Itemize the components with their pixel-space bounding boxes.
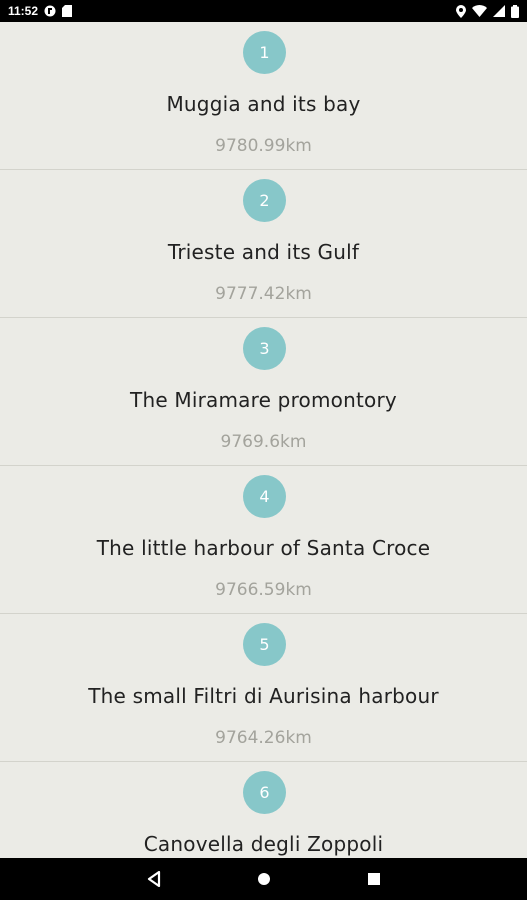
places-list[interactable]: 1 Muggia and its bay 9780.99km 2 Trieste… bbox=[0, 22, 527, 858]
status-bar: 11:52 bbox=[0, 0, 527, 22]
wifi-icon bbox=[472, 5, 487, 17]
item-number-badge: 1 bbox=[243, 31, 286, 74]
item-title: The Miramare promontory bbox=[130, 388, 397, 412]
item-number-badge: 5 bbox=[243, 623, 286, 666]
signal-icon bbox=[493, 5, 505, 17]
item-number-badge: 2 bbox=[243, 179, 286, 222]
item-title: The small Filtri di Aurisina harbour bbox=[88, 684, 439, 708]
app-notification-icon bbox=[44, 5, 56, 17]
list-item[interactable]: 2 Trieste and its Gulf 9777.42km bbox=[0, 170, 527, 318]
item-distance: 9764.26km bbox=[215, 728, 312, 748]
recents-icon[interactable] bbox=[367, 872, 381, 886]
item-distance: 9777.42km bbox=[215, 284, 312, 304]
list-item[interactable]: 4 The little harbour of Santa Croce 9766… bbox=[0, 466, 527, 614]
item-number-badge: 4 bbox=[243, 475, 286, 518]
item-number-badge: 6 bbox=[243, 771, 286, 814]
item-distance: 9780.99km bbox=[215, 136, 312, 156]
item-number-badge: 3 bbox=[243, 327, 286, 370]
navigation-bar bbox=[0, 858, 527, 900]
list-item[interactable]: 1 Muggia and its bay 9780.99km bbox=[0, 22, 527, 170]
status-time: 11:52 bbox=[8, 4, 39, 18]
item-title: The little harbour of Santa Croce bbox=[96, 536, 431, 560]
battery-icon bbox=[511, 4, 519, 18]
sd-card-icon bbox=[62, 5, 73, 17]
item-distance: 9766.59km bbox=[215, 580, 312, 600]
list-item[interactable]: 5 The small Filtri di Aurisina harbour 9… bbox=[0, 614, 527, 762]
list-item[interactable]: 6 Canovella degli Zoppoli bbox=[0, 762, 527, 858]
item-title: Muggia and its bay bbox=[166, 92, 361, 116]
item-title: Canovella degli Zoppoli bbox=[143, 832, 384, 856]
item-title: Trieste and its Gulf bbox=[167, 240, 360, 264]
location-icon bbox=[456, 4, 466, 18]
home-icon[interactable] bbox=[256, 871, 272, 887]
list-item[interactable]: 3 The Miramare promontory 9769.6km bbox=[0, 318, 527, 466]
back-icon[interactable] bbox=[147, 871, 161, 887]
item-distance: 9769.6km bbox=[220, 432, 307, 452]
